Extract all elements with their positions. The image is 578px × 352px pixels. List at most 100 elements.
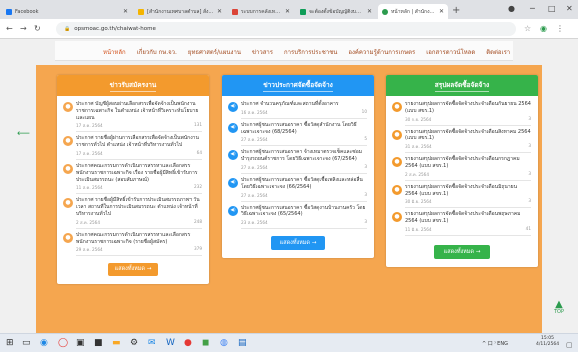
store-icon[interactable]: ▣ [76,338,85,348]
list-item[interactable]: ◀) ประกาศ จำนวนครุภัณฑ์และสถานที่ตั้งอาค… [228,101,367,119]
system-tray[interactable]: ^ 口 ⁾ ENG [482,340,508,347]
forward-icon[interactable]: → [20,24,27,33]
task-view-icon[interactable]: ▭ [22,338,31,348]
back-icon[interactable]: ← [6,24,13,33]
item-title[interactable]: รายงานสรุปผลการจัดซื้อจัดจ้างประจำเดือนม… [405,184,531,198]
menu-item-about[interactable]: เกี่ยวกับ กษ.จว. [137,47,177,57]
card-job-news: ข่าวรับสมัครงาน ● ประกาศ บัญชีผู้สอบผ่าน… [57,75,209,285]
settings-icon[interactable]: ⚙ [130,338,138,348]
taskbar-clock[interactable]: 15:05 4/11/2564 [536,336,559,348]
opera-icon[interactable]: ◯ [58,338,68,348]
scroll-to-top-button[interactable]: ▲ TOP [554,300,564,316]
item-title[interactable]: ประกาศผู้ชนะการเสนอราคา ซื้อวัสดุสำนักงา… [241,122,367,136]
site-favicon-icon [382,8,388,15]
list-item[interactable]: ● รายงานสรุปผลการจัดซื้อจัดจ้างประจำเดือ… [392,156,531,181]
address-bar[interactable]: 🔒 opsmoac.go.th/chaiwat-home [56,22,516,36]
minimize-button[interactable]: ─ [530,4,535,13]
menu-item-strategy[interactable]: ยุทธศาสตร์/แผนงาน [188,47,241,57]
list-item[interactable]: ● รายงานสรุปผลการจัดซื้อจัดจ้างประจำเดือ… [392,184,531,209]
browser-tab-active[interactable]: หน้าหลัก | สำนักงานเทศบาล... ✕ [378,4,448,19]
menu-item-downloads[interactable]: เอกสารดาวน์โหลด [426,47,475,57]
media-icon[interactable]: ● [184,338,192,348]
list-item[interactable]: ◀) ประกาศผู้ชนะการเสนอราคา ซื้อวัสดุสำนั… [228,122,367,147]
show-all-button[interactable]: แสดงทั้งหมด → [271,236,325,251]
maximize-button[interactable]: □ [548,4,556,13]
menu-dots-icon[interactable]: ⋮ [556,24,564,33]
slider-prev-arrow-icon[interactable]: ⟵ [17,129,30,139]
document-icon: ● [392,129,402,140]
menu-item-home[interactable]: หน้าหลัก [103,47,126,57]
item-title[interactable]: รายงานสรุปผลการจัดซื้อจัดจ้างประจำเดือนส… [405,129,531,143]
item-views: 248 [194,218,202,224]
item-title[interactable]: รายงานสรุปผลการจัดซื้อจัดจ้างประจำเดือนพ… [405,211,531,225]
mail-icon[interactable]: ✉ [148,338,156,348]
new-tab-button[interactable]: + [452,5,460,16]
tab-title: จะต้องตั้งข้อบัญญัติงบประมาณ... [309,8,364,15]
list-item[interactable]: ◀) ประกาศผู้ชนะการเสนอราคา จ้างเหมาตรวจเ… [228,149,367,174]
show-all-button[interactable]: แสดงทั้งหมด → [434,244,490,259]
list-item[interactable]: ◀) ประกาศผู้ชนะการเสนอราคา ซื้อวัสดุเชื้… [228,177,367,202]
item-title[interactable]: ประกาศ จำนวนครุภัณฑ์และสถานที่ตั้งอาคาร [241,101,367,108]
close-tab-icon[interactable]: ✕ [123,8,128,15]
close-tab-icon[interactable]: ✕ [285,8,290,15]
item-date: 29 ส.ค. 2564 [76,247,103,253]
show-all-button[interactable]: แสดงทั้งหมด → [108,263,158,277]
item-title[interactable]: ประกาศคณะกรรมการดำเนินการสรรหาและเลือกสร… [76,232,202,246]
megaphone-icon: ◀) [228,122,238,133]
browser-tab-4[interactable]: จะต้องตั้งข้อบัญญัติงบประมาณ... ✕ [296,4,376,19]
item-views: 3 [528,170,531,176]
item-title[interactable]: รายงานสรุปผลการจัดซื้อจัดจ้างประจำเดือนก… [405,156,531,170]
document-icon: ● [392,184,402,195]
megaphone-icon: ◀) [228,205,238,216]
item-title[interactable]: ประกาศ บัญชีผู้สอบผ่านเลือกสรรเพื่อจัดจ้… [76,101,202,121]
word-icon[interactable]: W [166,338,175,348]
card-title: ข่าวประกาศจัดซื้อจัดจ้าง [263,80,333,92]
close-tab-icon[interactable]: ✕ [367,8,372,15]
list-item[interactable]: ● ประกาศ รายชื่อผู้ผ่านการเลือกสรรเพื่อจ… [63,135,202,160]
extension-icon[interactable]: ◉ [540,24,547,33]
profile-icon[interactable]: ● [508,4,515,13]
close-window-button[interactable]: ✕ [566,4,573,13]
app-icon[interactable]: ▤ [238,338,247,348]
list-item[interactable]: ● รายงานสรุปผลการจัดซื้อจัดจ้างประจำเดือ… [392,211,531,236]
list-item[interactable]: ● ประกาศคณะกรรมการดำเนินการสรรหาและเลือก… [63,163,202,195]
close-tab-icon[interactable]: ✕ [439,8,444,15]
menu-item-services[interactable]: การบริการประชาชน [284,47,337,57]
item-title[interactable]: ประกาศคณะกรรมการดำเนินการสรรหาและเลือกสร… [76,163,202,183]
browser-tab-strip: Facebook ✕ [สำนักงานเทศบาลตำบล] สั่ง... … [0,0,578,19]
browser-tab-2[interactable]: [สำนักงานเทศบาลตำบล] สั่ง... ✕ [134,4,226,19]
item-views: 64 [196,149,202,155]
item-date: 30 มิ.ย. 2564 [405,199,432,205]
start-icon[interactable]: ⊞ [6,338,14,348]
item-title[interactable]: ประกาศผู้ชนะการเสนอราคา จ้างเหมาตรวจเช็ค… [241,149,367,163]
item-title[interactable]: ประกาศ รายชื่อผู้มีสิทธิ์เข้ารับการประเม… [76,197,202,217]
menu-item-news[interactable]: ข่าวสาร [252,47,273,57]
list-item[interactable]: ● รายงานสรุปผลการจัดซื้อจัดจ้างประจำเดือ… [392,129,531,154]
item-title[interactable]: ประกาศผู้ชนะการเสนอราคา ซื้อวัสดุเชื้อเพ… [241,177,367,191]
list-item[interactable]: ◀) ประกาศผู้ชนะการเสนอราคา ซื้อวัสดุงานบ… [228,205,367,230]
item-views: 3 [528,115,531,121]
item-title[interactable]: ประกาศ รายชื่อผู้ผ่านการเลือกสรรเพื่อจัด… [76,135,202,149]
list-item[interactable]: ● รายงานสรุปผลการจัดซื้อจัดจ้างประจำเดือ… [392,101,531,126]
edge-icon[interactable]: ◉ [40,338,48,348]
list-item[interactable]: ● ประกาศคณะกรรมการดำเนินการสรรหาและเลือก… [63,232,202,257]
lock-screen-icon[interactable]: ■ [94,338,103,348]
item-views: 3 [364,163,367,169]
line-icon[interactable]: ◼ [202,338,209,348]
reload-icon[interactable]: ↻ [34,24,41,33]
browser-tab-facebook[interactable]: Facebook ✕ [2,4,132,19]
item-title[interactable]: ประกาศผู้ชนะการเสนอราคา ซื้อวัสดุงานบ้าน… [241,205,367,219]
file-explorer-icon[interactable]: ▬ [112,338,121,348]
menu-item-knowledge[interactable]: องค์ความรู้ด้านการเกษตร [348,47,415,57]
list-item[interactable]: ● ประกาศ บัญชีผู้สอบผ่านเลือกสรรเพื่อจัด… [63,101,202,133]
card-title: ข่าวรับสมัครงาน [109,80,157,92]
url-text: opsmoac.go.th/chaiwat-home [74,26,156,32]
item-title[interactable]: รายงานสรุปผลการจัดซื้อจัดจ้างประจำเดือนก… [405,101,531,115]
list-item[interactable]: ● ประกาศ รายชื่อผู้มีสิทธิ์เข้ารับการประ… [63,197,202,229]
star-icon[interactable]: ☆ [524,24,531,33]
menu-item-contact[interactable]: ติดต่อเรา [486,47,510,57]
chrome-icon[interactable]: ◍ [220,338,228,348]
close-tab-icon[interactable]: ✕ [217,8,222,15]
notifications-icon[interactable]: ▢ [566,340,573,350]
browser-tab-3[interactable]: ระบบการคลังเทศบาล... ✕ [228,4,294,19]
